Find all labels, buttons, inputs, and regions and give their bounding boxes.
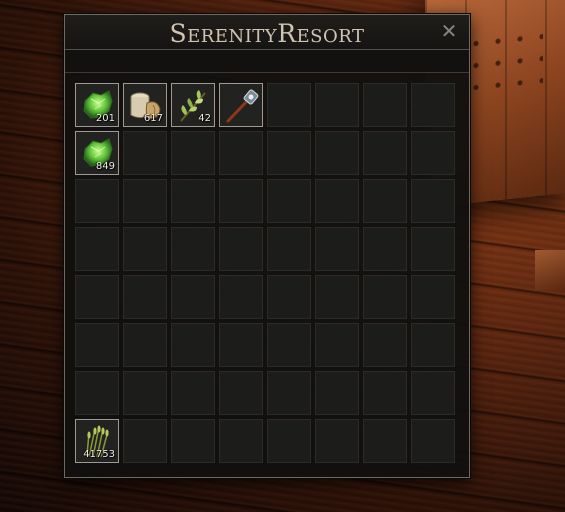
inventory-slot[interactable] xyxy=(315,179,359,223)
inventory-slot[interactable] xyxy=(363,371,407,415)
inventory-slot[interactable] xyxy=(123,323,167,367)
inventory-slot[interactable] xyxy=(267,227,311,271)
inventory-slot[interactable] xyxy=(123,275,167,319)
inventory-slot[interactable] xyxy=(267,371,311,415)
inventory-slot[interactable] xyxy=(123,131,167,175)
inventory-slot[interactable] xyxy=(123,371,167,415)
inventory-slot[interactable] xyxy=(171,275,215,319)
item-quantity: 849 xyxy=(95,161,115,172)
inventory-slot[interactable]: 201 xyxy=(75,83,119,127)
inventory-slot[interactable] xyxy=(75,179,119,223)
inventory-slot[interactable] xyxy=(363,275,407,319)
inventory-slot[interactable] xyxy=(267,419,311,463)
inventory-slot[interactable] xyxy=(411,275,455,319)
inventory-slot[interactable] xyxy=(75,371,119,415)
inventory-slot[interactable] xyxy=(123,227,167,271)
inventory-slot[interactable] xyxy=(411,323,455,367)
inventory-slot[interactable] xyxy=(171,179,215,223)
inventory-slot[interactable] xyxy=(411,227,455,271)
inventory-slot[interactable] xyxy=(171,371,215,415)
inventory-slot[interactable] xyxy=(315,83,359,127)
inventory-slot[interactable] xyxy=(315,275,359,319)
close-icon[interactable]: ✕ xyxy=(441,19,458,43)
window-titlebar[interactable]: SerenityResort ✕ xyxy=(65,15,469,50)
inventory-slot[interactable] xyxy=(363,323,407,367)
inventory-slot[interactable] xyxy=(411,131,455,175)
inventory-slot[interactable]: 42 xyxy=(171,83,215,127)
item-quantity: 617 xyxy=(143,113,163,124)
inventory-slot[interactable] xyxy=(219,371,263,415)
inventory-slot[interactable] xyxy=(219,323,263,367)
close-button[interactable]: ✕ xyxy=(439,21,459,41)
inventory-slot[interactable] xyxy=(267,83,311,127)
inventory-slot[interactable] xyxy=(123,419,167,463)
inventory-slot[interactable] xyxy=(315,323,359,367)
inventory-slot[interactable] xyxy=(219,227,263,271)
item-quantity: 201 xyxy=(95,113,115,124)
inventory-slot[interactable] xyxy=(267,179,311,223)
inventory-slot[interactable] xyxy=(219,83,263,127)
inventory-slot[interactable]: 849 xyxy=(75,131,119,175)
item-quantity: 42 xyxy=(198,113,211,124)
inventory-slot[interactable] xyxy=(75,275,119,319)
inventory-slot[interactable] xyxy=(171,131,215,175)
background-chest-corner xyxy=(535,250,565,290)
inventory-slot[interactable]: 617 xyxy=(123,83,167,127)
inventory-slot[interactable] xyxy=(171,323,215,367)
inventory-slot[interactable] xyxy=(411,371,455,415)
inventory-slot[interactable] xyxy=(315,419,359,463)
inventory-slot[interactable] xyxy=(219,131,263,175)
inventory-slot[interactable] xyxy=(411,419,455,463)
inventory-slot[interactable] xyxy=(267,323,311,367)
inventory-slot[interactable] xyxy=(363,83,407,127)
item-quantity: 41753 xyxy=(83,449,115,460)
inventory-slot[interactable] xyxy=(411,179,455,223)
inventory-slot[interactable] xyxy=(315,227,359,271)
inventory-slot[interactable] xyxy=(363,131,407,175)
inventory-slot[interactable] xyxy=(123,179,167,223)
inventory-grid: 201 617 42 849 41753 xyxy=(75,83,455,463)
inventory-slot[interactable] xyxy=(171,419,215,463)
inventory-slot[interactable] xyxy=(315,371,359,415)
inventory-slot[interactable] xyxy=(411,83,455,127)
inventory-window: SerenityResort ✕ 201 617 42 849 41753 xyxy=(64,14,470,478)
inventory-slot[interactable] xyxy=(267,131,311,175)
inventory-slot[interactable] xyxy=(363,419,407,463)
inventory-slot[interactable] xyxy=(315,131,359,175)
inventory-slot[interactable] xyxy=(267,275,311,319)
inventory-slot[interactable] xyxy=(363,179,407,223)
inventory-slot[interactable] xyxy=(219,179,263,223)
inventory-slot[interactable] xyxy=(219,275,263,319)
inventory-slot[interactable] xyxy=(75,323,119,367)
inventory-slot[interactable] xyxy=(171,227,215,271)
inventory-slot[interactable] xyxy=(75,227,119,271)
inventory-slot[interactable]: 41753 xyxy=(75,419,119,463)
window-title: SerenityResort xyxy=(169,19,365,48)
inventory-slot[interactable] xyxy=(219,419,263,463)
inventory-slot[interactable] xyxy=(363,227,407,271)
window-subbar xyxy=(65,50,469,73)
